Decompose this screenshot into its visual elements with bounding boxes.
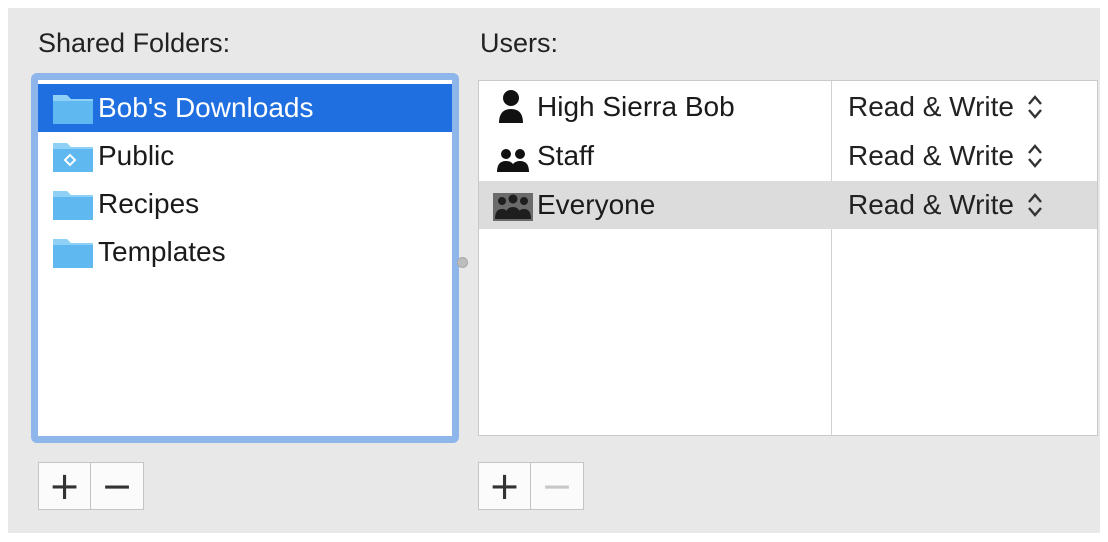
users-label: Users: (480, 28, 559, 58)
folder-icon (52, 187, 94, 221)
user-cell: Staff (479, 132, 831, 180)
user-cell: Everyone (479, 181, 831, 229)
folder-name: Recipes (98, 188, 200, 219)
shared-folders-label: Shared Folders: (38, 28, 231, 58)
updown-chevron-icon (1028, 193, 1042, 217)
permission-value: Read & Write (848, 140, 1014, 171)
folder-row-bobs-downloads[interactable]: Bob's Downloads (38, 84, 452, 132)
folder-row-public[interactable]: Public (38, 132, 452, 180)
folder-row-recipes[interactable]: Recipes (38, 180, 452, 228)
folder-name: Templates (98, 236, 226, 267)
folder-name: Public (98, 140, 175, 171)
shared-folders-buttons: + − (38, 462, 144, 510)
everyone-group-icon (491, 187, 535, 223)
folder-row-templates[interactable]: Templates (38, 228, 452, 276)
remove-folder-button[interactable]: − (91, 462, 144, 510)
permission-value: Read & Write (848, 91, 1014, 122)
permission-popup[interactable]: Read & Write (832, 181, 1097, 229)
user-row-high-sierra-bob[interactable]: High Sierra Bob Read & Write (479, 83, 1097, 131)
folder-icon (52, 235, 94, 269)
updown-chevron-icon (1028, 95, 1042, 119)
split-view-handle[interactable] (457, 257, 468, 268)
public-folder-icon (52, 139, 94, 173)
users-table[interactable]: High Sierra Bob Read & Write Staff Read … (478, 80, 1098, 436)
permission-value: Read & Write (848, 189, 1014, 220)
updown-chevron-icon (1028, 144, 1042, 168)
group-icon (491, 138, 535, 174)
user-name: High Sierra Bob (537, 91, 735, 122)
users-buttons: + − (478, 462, 584, 510)
remove-user-button[interactable]: − (531, 462, 584, 510)
user-cell: High Sierra Bob (479, 83, 831, 131)
permission-popup[interactable]: Read & Write (832, 83, 1097, 131)
folder-icon (52, 91, 94, 125)
permission-popup[interactable]: Read & Write (832, 132, 1097, 180)
folder-name: Bob's Downloads (98, 92, 314, 123)
shared-folders-list[interactable]: Bob's Downloads Public Recipes Templates (38, 80, 452, 436)
user-row-everyone[interactable]: Everyone Read & Write (479, 181, 1097, 229)
user-name: Staff (537, 140, 595, 171)
user-name: Everyone (537, 189, 656, 220)
add-folder-button[interactable]: + (38, 462, 91, 510)
single-user-icon (491, 89, 535, 125)
user-row-staff[interactable]: Staff Read & Write (479, 132, 1097, 180)
add-user-button[interactable]: + (478, 462, 531, 510)
